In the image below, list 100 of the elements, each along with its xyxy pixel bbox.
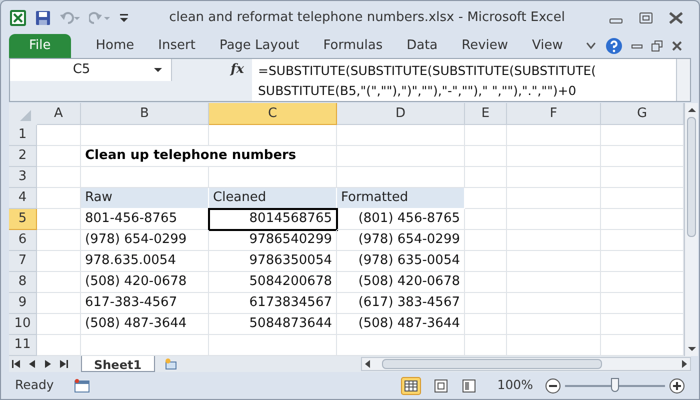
table-cell[interactable]: (978) 635-0054 bbox=[337, 251, 465, 272]
zoom-slider-thumb[interactable] bbox=[611, 378, 619, 392]
grid-cell[interactable] bbox=[465, 188, 507, 209]
column-header[interactable]: D bbox=[337, 103, 465, 125]
ribbon-tab[interactable]: Review bbox=[450, 34, 520, 58]
table-cell[interactable]: 801-456-8765 bbox=[81, 209, 209, 230]
sheet-tab[interactable]: Sheet1 bbox=[81, 356, 155, 372]
table-cell[interactable]: 9786540299 bbox=[209, 230, 337, 251]
grid-cell[interactable] bbox=[37, 251, 81, 272]
excel-logo-icon[interactable] bbox=[9, 8, 27, 26]
table-cell[interactable]: 9786350054 bbox=[209, 251, 337, 272]
grid-cell[interactable] bbox=[81, 125, 209, 146]
grid-cell[interactable] bbox=[465, 293, 507, 314]
grid-cell[interactable] bbox=[465, 314, 507, 335]
grid-cell[interactable] bbox=[37, 314, 81, 335]
grid-cell[interactable] bbox=[507, 230, 601, 251]
table-cell[interactable]: (801) 456-8765 bbox=[337, 209, 465, 230]
scroll-thumb[interactable] bbox=[382, 359, 602, 369]
ribbon-tab[interactable]: Formulas bbox=[312, 34, 394, 58]
page-break-view-icon[interactable] bbox=[461, 378, 478, 392]
close-icon[interactable] bbox=[671, 40, 683, 52]
ribbon-tab[interactable]: Home bbox=[84, 34, 146, 58]
row-header[interactable]: 11 bbox=[9, 335, 37, 356]
macro-record-icon[interactable] bbox=[74, 378, 90, 392]
grid-cell[interactable] bbox=[507, 146, 601, 167]
row-header[interactable]: 9 bbox=[9, 293, 37, 314]
grid-cell[interactable] bbox=[337, 125, 465, 146]
horizontal-scrollbar[interactable] bbox=[361, 357, 691, 371]
column-header[interactable]: B bbox=[81, 103, 209, 125]
grid-cell[interactable] bbox=[37, 167, 81, 188]
restore-icon[interactable] bbox=[651, 40, 663, 52]
column-header[interactable]: E bbox=[465, 103, 507, 125]
zoom-in-icon[interactable] bbox=[669, 378, 685, 394]
grid-cell[interactable] bbox=[507, 272, 601, 293]
column-header[interactable]: G bbox=[601, 103, 684, 125]
table-cell[interactable]: (508) 420-0678 bbox=[337, 272, 465, 293]
ribbon-tab[interactable]: Data bbox=[396, 34, 449, 58]
help-icon[interactable] bbox=[605, 37, 623, 55]
first-sheet-icon[interactable] bbox=[9, 357, 23, 371]
grid-cell[interactable] bbox=[37, 209, 81, 230]
table-cell[interactable]: 978.635.0054 bbox=[81, 251, 209, 272]
row-header[interactable]: 4 bbox=[9, 188, 37, 209]
insert-sheet-icon[interactable] bbox=[162, 357, 179, 371]
grid-cell[interactable] bbox=[465, 251, 507, 272]
row-header[interactable]: 5 bbox=[9, 209, 37, 230]
customize-caret-icon[interactable] bbox=[119, 12, 129, 24]
row-header[interactable]: 3 bbox=[9, 167, 37, 188]
zoom-level-text[interactable]: 100% bbox=[497, 376, 533, 395]
table-cell[interactable]: (508) 420-0678 bbox=[81, 272, 209, 293]
grid-cell[interactable] bbox=[507, 251, 601, 272]
table-cell[interactable]: 8014568765 bbox=[209, 209, 337, 230]
undo-icon[interactable] bbox=[59, 10, 81, 24]
grid-cell[interactable] bbox=[507, 209, 601, 230]
table-cell[interactable]: 5084873644 bbox=[209, 314, 337, 335]
grid-cell[interactable] bbox=[37, 230, 81, 251]
ribbon-tab[interactable]: View bbox=[521, 34, 574, 58]
grid-cell[interactable] bbox=[209, 125, 337, 146]
table-cell[interactable]: 617-383-4567 bbox=[81, 293, 209, 314]
grid-cell[interactable] bbox=[465, 272, 507, 293]
ribbon-tab[interactable]: Insert bbox=[147, 34, 206, 58]
grid-cell[interactable] bbox=[465, 125, 507, 146]
grid-cell[interactable] bbox=[465, 230, 507, 251]
row-header[interactable]: 7 bbox=[9, 251, 37, 272]
page-layout-view-icon[interactable] bbox=[433, 378, 450, 392]
last-sheet-icon[interactable] bbox=[57, 357, 71, 371]
table-cell[interactable]: (508) 487-3644 bbox=[81, 314, 209, 335]
table-cell[interactable]: 6173834567 bbox=[209, 293, 337, 314]
grid-cell[interactable] bbox=[337, 146, 465, 167]
grid-cell[interactable] bbox=[507, 167, 601, 188]
table-cell[interactable]: (617) 383-4567 bbox=[337, 293, 465, 314]
row-header[interactable]: 1 bbox=[9, 125, 37, 146]
zoom-out-icon[interactable] bbox=[545, 378, 561, 394]
grid-cell[interactable] bbox=[507, 293, 601, 314]
table-cell[interactable]: (978) 654-0299 bbox=[81, 230, 209, 251]
redo-icon[interactable] bbox=[89, 10, 111, 24]
grid-cell[interactable] bbox=[465, 146, 507, 167]
row-header[interactable]: 2 bbox=[9, 146, 37, 167]
grid-cell[interactable] bbox=[37, 272, 81, 293]
table-cell[interactable]: (978) 654-0299 bbox=[337, 230, 465, 251]
table-cell[interactable]: 5084200678 bbox=[209, 272, 337, 293]
grid-cell[interactable] bbox=[507, 125, 601, 146]
grid-cell[interactable] bbox=[465, 209, 507, 230]
row-header[interactable]: 8 bbox=[9, 272, 37, 293]
column-header[interactable]: A bbox=[37, 103, 81, 125]
column-header[interactable]: F bbox=[507, 103, 601, 125]
column-header[interactable]: C bbox=[209, 103, 337, 125]
normal-view-icon[interactable] bbox=[401, 376, 422, 394]
grid-cell[interactable] bbox=[465, 167, 507, 188]
vertical-scrollbar[interactable] bbox=[684, 103, 698, 356]
scroll-thumb[interactable] bbox=[687, 117, 696, 237]
file-tab[interactable]: File bbox=[9, 34, 71, 58]
grid-cell[interactable] bbox=[507, 314, 601, 335]
table-cell[interactable]: (508) 487-3644 bbox=[337, 314, 465, 335]
grid-cell[interactable] bbox=[37, 146, 81, 167]
collapse-ribbon-icon[interactable] bbox=[585, 41, 597, 51]
grid-cell[interactable] bbox=[37, 125, 81, 146]
grid-cell[interactable] bbox=[507, 188, 601, 209]
row-header[interactable]: 10 bbox=[9, 314, 37, 335]
ribbon-tab[interactable]: Page Layout bbox=[208, 34, 310, 58]
grid-cell[interactable] bbox=[37, 293, 81, 314]
